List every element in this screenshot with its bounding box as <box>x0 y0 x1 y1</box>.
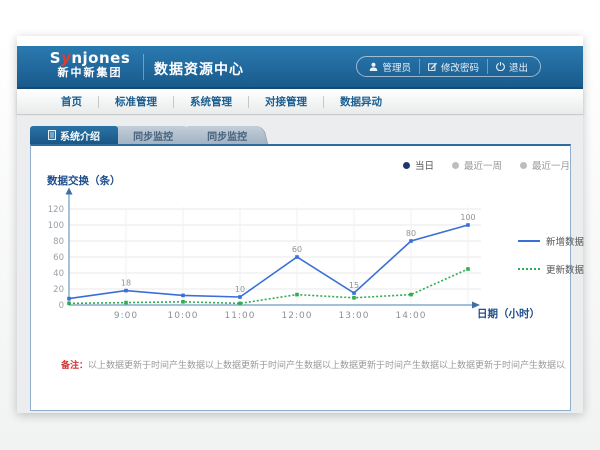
logo-brand: Synjones <box>45 50 135 66</box>
svg-text:80: 80 <box>406 229 416 238</box>
user-actions-group: 管理员 修改密码 退出 <box>356 56 541 77</box>
logout-button[interactable]: 退出 <box>487 59 536 74</box>
filter-today[interactable]: 当日 <box>403 158 434 172</box>
tab-sync-monitor-1-label: 同步监控 <box>133 128 173 143</box>
svg-text:100: 100 <box>48 221 64 231</box>
app-header: Synjones 新中新集团 数据资源中心 管理员 修改密码 <box>17 46 583 89</box>
radio-selected-icon <box>403 162 410 169</box>
dotted-line-icon <box>518 268 540 270</box>
svg-text:0: 0 <box>59 301 64 311</box>
y-axis-label: 数据交换（条） <box>47 173 121 188</box>
svg-text:20: 20 <box>53 285 64 295</box>
time-range-filters: 当日 最近一周 最近一月 <box>403 158 570 172</box>
main-navbar: 首页 标准管理 系统管理 对接管理 数据异动 <box>17 89 583 115</box>
svg-text:13:00: 13:00 <box>339 311 370 321</box>
filter-last-week[interactable]: 最近一周 <box>452 158 502 172</box>
series-legend: 新增数据 更新数据 <box>518 234 584 276</box>
tab-system-intro-label: 系统介绍 <box>60 128 100 143</box>
svg-text:10:00: 10:00 <box>168 311 199 321</box>
svg-text:11:00: 11:00 <box>225 311 256 321</box>
legend-updated-data-label: 更新数据 <box>546 262 584 276</box>
svg-text:12:00: 12:00 <box>282 311 313 321</box>
tab-sync-monitor-2[interactable]: 同步监控 <box>186 126 268 144</box>
svg-text:80: 80 <box>53 237 64 247</box>
app-window: Synjones 新中新集团 数据资源中心 管理员 修改密码 <box>17 36 583 413</box>
admin-user-button[interactable]: 管理员 <box>361 59 419 74</box>
logout-label: 退出 <box>509 60 528 74</box>
footnote-text: 以上数据更新于时间产生数据以上数据更新于时间产生数据以上数据更新于时间产生数据以… <box>88 361 566 371</box>
nav-item-system-mgmt[interactable]: 系统管理 <box>174 94 248 109</box>
tab-sync-monitor-1[interactable]: 同步监控 <box>112 126 194 144</box>
header-divider <box>143 54 144 80</box>
tab-bar: 系统介绍 同步监控 同步监控 <box>30 126 266 144</box>
svg-text:9:00: 9:00 <box>114 311 138 321</box>
svg-text:14:00: 14:00 <box>396 311 427 321</box>
svg-text:18: 18 <box>121 279 131 288</box>
legend-new-data-label: 新增数据 <box>546 234 584 248</box>
change-password-button[interactable]: 修改密码 <box>419 59 487 74</box>
radio-icon <box>452 162 459 169</box>
line-chart: 0 20 40 60 80 100 120 9:00 10:00 11:00 12:00 13:00 1… <box>41 187 491 325</box>
page-background: Synjones 新中新集团 数据资源中心 管理员 修改密码 <box>0 0 600 450</box>
change-password-label: 修改密码 <box>441 60 479 74</box>
logo-company-name: 新中新集团 <box>45 66 135 80</box>
nav-item-data-change[interactable]: 数据异动 <box>324 94 398 109</box>
filter-last-month-label: 最近一月 <box>532 158 570 172</box>
radio-icon <box>520 162 527 169</box>
admin-user-label: 管理员 <box>382 60 411 74</box>
legend-new-data[interactable]: 新增数据 <box>518 234 584 248</box>
nav-item-home[interactable]: 首页 <box>45 94 98 109</box>
logo[interactable]: Synjones 新中新集团 <box>45 50 135 80</box>
legend-updated-data[interactable]: 更新数据 <box>518 262 584 276</box>
logo-accent-letter: y <box>61 49 71 67</box>
svg-text:100: 100 <box>460 213 475 222</box>
footnote: 备注：以上数据更新于时间产生数据以上数据更新于时间产生数据以上数据更新于时间产生… <box>61 358 566 371</box>
svg-text:60: 60 <box>292 245 302 254</box>
line-chart-svg: 0 20 40 60 80 100 120 9:00 10:00 11:00 12:00 13:00 1… <box>41 187 491 325</box>
power-icon <box>496 62 505 71</box>
x-axis-label: 日期（小时） <box>477 306 540 321</box>
nav-item-standard-mgmt[interactable]: 标准管理 <box>99 94 173 109</box>
filter-last-week-label: 最近一周 <box>464 158 502 172</box>
svg-text:40: 40 <box>53 269 64 279</box>
filter-today-label: 当日 <box>415 158 434 172</box>
tab-sync-monitor-2-label: 同步监控 <box>207 128 247 143</box>
svg-text:120: 120 <box>48 205 64 215</box>
svg-text:60: 60 <box>53 253 64 263</box>
edit-icon <box>428 62 437 71</box>
page-title: 数据资源中心 <box>154 59 244 79</box>
content-area: 系统介绍 同步监控 同步监控 当日 最近一周 <box>17 116 583 413</box>
footnote-prefix: 备注： <box>61 361 88 371</box>
solid-line-icon <box>518 240 540 242</box>
document-icon <box>48 130 56 140</box>
user-icon <box>369 62 378 71</box>
svg-text:10: 10 <box>235 285 245 294</box>
chart-panel: 当日 最近一周 最近一月 数据交换（条） 0 20 40 60 80 100 120 9:00… <box>30 144 571 411</box>
filter-last-month[interactable]: 最近一月 <box>520 158 570 172</box>
nav-item-interface-mgmt[interactable]: 对接管理 <box>249 94 323 109</box>
svg-text:15: 15 <box>349 281 359 290</box>
window-titlebar <box>17 36 583 46</box>
tab-system-intro[interactable]: 系统介绍 <box>30 126 118 144</box>
